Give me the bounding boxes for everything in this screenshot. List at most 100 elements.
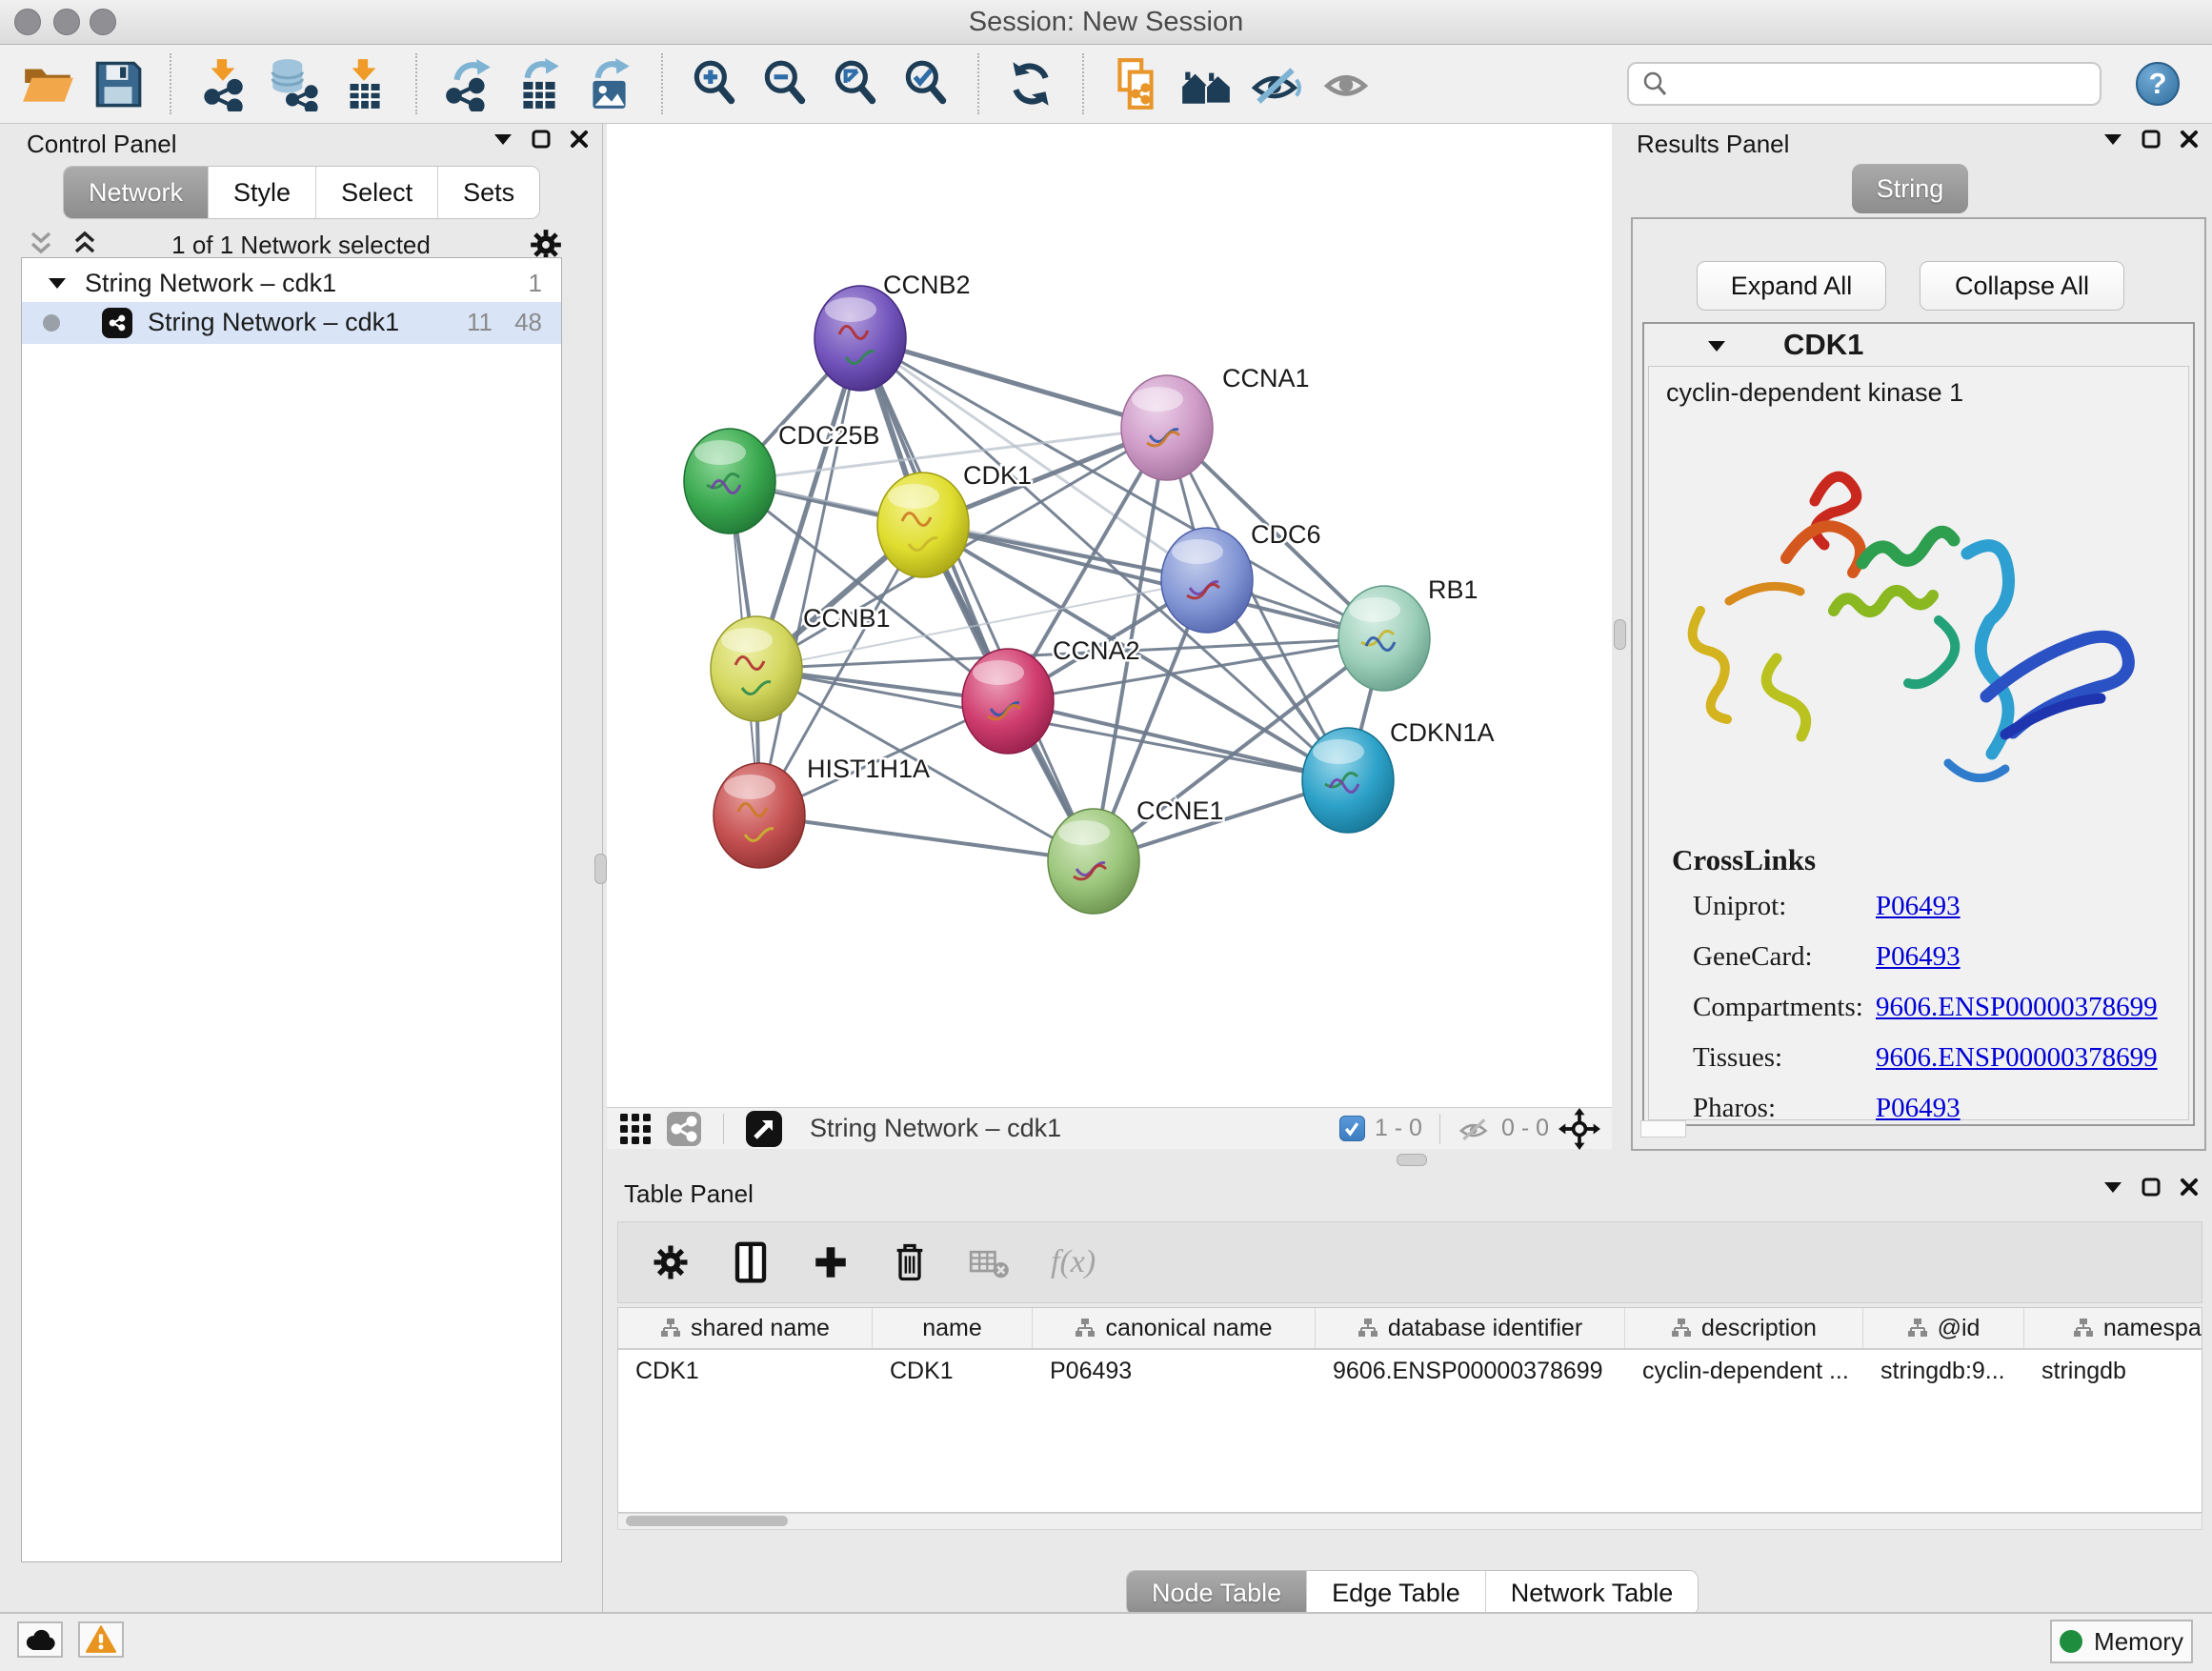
zoom-selected-icon[interactable] (895, 52, 956, 115)
create-column-icon[interactable] (811, 1242, 851, 1282)
network-node-cdkn1a[interactable]: CDKN1A (1302, 718, 1495, 833)
show-all-icon[interactable] (1317, 52, 1377, 115)
table-horizontal-scrollbar[interactable] (617, 1513, 2202, 1530)
expand-all-button[interactable]: Expand All (1697, 261, 1886, 311)
crosslink-link[interactable]: P06493 (1876, 891, 1961, 922)
cloud-button[interactable] (17, 1621, 63, 1658)
delete-column-icon[interactable] (891, 1240, 929, 1284)
cell-description[interactable]: cyclin-dependent ... (1625, 1350, 1863, 1390)
shared-column-icon (1907, 1318, 1928, 1339)
horizontal-splitter-handle[interactable] (1397, 1154, 1427, 1166)
cell-shared-name[interactable]: CDK1 (618, 1350, 873, 1390)
tab-sets[interactable]: Sets (438, 167, 539, 218)
network-node-ccna1[interactable]: CCNA1 (1121, 364, 1310, 480)
float-panel-icon[interactable] (2142, 1178, 2161, 1197)
crosslink-link[interactable]: P06493 (1876, 941, 1961, 973)
column-header[interactable]: database identifier (1316, 1308, 1625, 1348)
save-session-icon[interactable] (88, 52, 149, 115)
column-header[interactable]: name (873, 1308, 1033, 1348)
refresh-layout-icon[interactable] (1000, 52, 1061, 115)
gene-collapse-icon[interactable] (1707, 339, 1726, 352)
cell-name[interactable]: CDK1 (873, 1350, 1033, 1390)
collapse-panel-icon[interactable] (2103, 1180, 2122, 1194)
search-input[interactable] (1679, 69, 2088, 100)
tab-network[interactable]: Network (64, 167, 209, 218)
cell-canonical-name[interactable]: P06493 (1033, 1350, 1316, 1390)
network-canvas[interactable]: CCNB2CCNA1CDC25BCDK1CDC6RB1CCNB1CCNA2CDK… (607, 124, 1612, 1107)
close-panel-icon[interactable] (2180, 1178, 2199, 1197)
selected-nodes-checkbox[interactable] (1339, 1116, 1365, 1141)
hide-selected-icon[interactable] (1246, 52, 1307, 115)
close-panel-icon[interactable] (570, 130, 589, 149)
show-columns-icon[interactable] (731, 1240, 771, 1284)
gene-section-header[interactable]: CDK1 (1644, 324, 2193, 366)
tab-select[interactable]: Select (316, 167, 438, 218)
node-label-ccne1: CCNE1 (1136, 796, 1224, 825)
network-edge-ccnb2-ccna1[interactable] (860, 338, 1167, 428)
import-network-file-icon[interactable] (192, 52, 253, 115)
view-network-icon[interactable] (666, 1111, 702, 1147)
birdseye-view-icon[interactable] (745, 1110, 783, 1148)
warning-button[interactable] (78, 1621, 124, 1658)
network-edge-count: 48 (514, 308, 542, 337)
column-header[interactable]: @id (1863, 1308, 2024, 1348)
tab-edge-table[interactable]: Edge Table (1307, 1571, 1486, 1615)
zoom-in-icon[interactable] (684, 52, 745, 115)
table-row[interactable]: CDK1 CDK1 P06493 9606.ENSP00000378699 cy… (618, 1350, 2202, 1390)
first-neighbors-icon[interactable] (1176, 52, 1237, 115)
crosslink-row: Pharos: P06493 (1649, 1093, 2188, 1131)
cell-database-identifier[interactable]: 9606.ENSP00000378699 (1316, 1350, 1625, 1390)
float-panel-icon[interactable] (2142, 130, 2161, 149)
table-scrollbar-thumb[interactable] (626, 1516, 788, 1526)
network-node-hist1h1a[interactable]: HIST1H1A (714, 755, 930, 868)
open-session-icon[interactable] (17, 52, 78, 115)
crosslink-link[interactable]: 9606.ENSP00000378699 (1876, 992, 2158, 1023)
cell-namespace[interactable]: stringdb (2024, 1350, 2202, 1390)
tab-node-table[interactable]: Node Table (1127, 1571, 1307, 1615)
crosslinks-section: CrossLinks Uniprot: P06493 GeneCard: P06… (1649, 367, 2188, 1119)
network-row[interactable]: String Network – cdk1 11 48 (22, 302, 561, 344)
network-node-rb1[interactable]: RB1 (1338, 575, 1478, 691)
column-header[interactable]: canonical name (1033, 1308, 1316, 1348)
table-options-gear-icon[interactable] (651, 1242, 691, 1282)
tab-string[interactable]: String (1852, 164, 1968, 213)
help-button[interactable]: ? (2136, 62, 2180, 106)
export-table-icon[interactable] (509, 52, 570, 115)
export-image-icon[interactable] (579, 52, 640, 115)
network-node-ccnb2[interactable]: CCNB2 (814, 271, 971, 391)
left-splitter-handle[interactable] (594, 854, 607, 884)
column-header[interactable]: description (1625, 1308, 1863, 1348)
results-scrollbar-thumb[interactable] (1640, 1120, 1686, 1137)
close-panel-icon[interactable] (2180, 130, 2199, 149)
collection-expand-icon[interactable] (49, 277, 66, 290)
crosslink-link[interactable]: P06493 (1876, 1093, 1961, 1124)
collapse-panel-icon[interactable] (493, 132, 513, 146)
tab-network-table[interactable]: Network Table (1486, 1571, 1699, 1615)
network-edge-ccna2-cdkn1a[interactable] (1008, 701, 1348, 780)
view-grid-icon[interactable] (618, 1112, 653, 1146)
export-network-icon[interactable] (438, 52, 499, 115)
column-header[interactable]: namespace (2024, 1308, 2202, 1348)
network-node-cdc25b[interactable]: CDC25B (684, 421, 880, 534)
network-edge-hist1h1a-ccne1[interactable] (759, 815, 1094, 861)
toolbar-separator (723, 1114, 724, 1144)
column-header[interactable]: shared name (618, 1308, 873, 1348)
zoom-out-icon[interactable] (754, 52, 815, 115)
cell-id[interactable]: stringdb:9... (1863, 1350, 2024, 1390)
copy-network-icon[interactable] (1105, 52, 1166, 115)
float-panel-icon[interactable] (532, 130, 551, 149)
collapse-panel-icon[interactable] (2103, 132, 2122, 146)
collapse-all-button[interactable]: Collapse All (1920, 261, 2124, 311)
import-network-database-icon[interactable] (263, 52, 324, 115)
network-edge-ccnb2-hist1h1a[interactable] (759, 338, 860, 815)
import-table-file-icon[interactable] (333, 52, 394, 115)
zoom-fit-icon[interactable] (825, 52, 886, 115)
node-label-rb1: RB1 (1428, 575, 1478, 604)
fit-selected-icon[interactable] (1558, 1108, 1600, 1150)
network-node-ccne1[interactable]: CCNE1 (1048, 796, 1224, 914)
tab-style[interactable]: Style (209, 167, 316, 218)
search-icon (1640, 70, 1669, 98)
memory-button[interactable]: Memory (2050, 1620, 2193, 1663)
crosslink-link[interactable]: 9606.ENSP00000378699 (1876, 1042, 2158, 1074)
network-collection-row[interactable]: String Network – cdk1 1 (22, 266, 561, 302)
